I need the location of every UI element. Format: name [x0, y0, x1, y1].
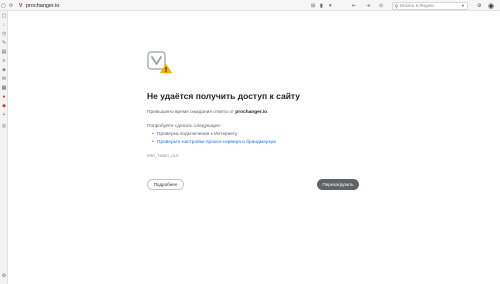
panel-toggle-icon[interactable]: ▢ — [1, 0, 6, 11]
sidebar-panel: ▢ ↓ ◷ ✎ ▤ ≡ ◈ ✉ ▦ ● ◆ + ◎ ⚙ — [0, 11, 8, 284]
error-host: prochanger.io — [235, 110, 268, 115]
timeout-prefix: Превышено время ожидания ответа от — [147, 110, 236, 115]
history-icon[interactable]: ◷ — [0, 30, 8, 38]
search-placeholder: Искать в Яндекс — [400, 3, 435, 8]
calendar-icon[interactable]: ▦ — [0, 84, 8, 92]
extension-icon[interactable]: ▮ — [320, 0, 323, 11]
suggestion-proxy-firewall-link[interactable]: Проверьте настройки прокси-сервера и бра… — [152, 140, 276, 145]
chevron-down-icon[interactable]: ▾ — [462, 3, 464, 9]
vivaldi-icon[interactable]: ◆ — [0, 102, 8, 110]
address-bar[interactable]: prochanger.io — [26, 0, 59, 11]
suggestions-heading: Попробуйте сделать следующее: — [147, 124, 222, 129]
translate-panel-icon[interactable]: ◈ — [0, 66, 8, 74]
suggestion-check-connection: Проверка подключения к Интернету — [152, 132, 237, 137]
back-icon[interactable]: ⇤ — [352, 0, 356, 11]
browser-toolbar: ▢ ⟳ V prochanger.io ⊞ ▮ ▾ ⇤ ⇥ ⊙ ⚲ Искать… — [0, 0, 500, 11]
downloads-icon[interactable]: ↓ — [0, 21, 8, 29]
error-description: Превышено время ожидания ответа от proch… — [147, 110, 268, 115]
sidebar-settings-icon[interactable]: ⚙ — [0, 272, 8, 280]
web-panel-icon[interactable]: ● — [0, 93, 8, 101]
bookmarks-icon[interactable]: ▢ — [0, 12, 8, 20]
reading-list-icon[interactable]: ≡ — [0, 57, 8, 65]
timeout-suffix: . — [267, 110, 269, 115]
settings-icon[interactable]: ⚙ — [477, 0, 481, 11]
extensions-menu-icon[interactable]: ▾ — [329, 0, 332, 11]
window-icon[interactable]: ▤ — [0, 48, 8, 56]
error-code: ERR_TIMED_OUT — [147, 154, 180, 158]
panel-settings-icon[interactable]: ◎ — [0, 122, 8, 130]
translate-icon[interactable]: ⊞ — [311, 0, 315, 11]
search-icon: ⚲ — [394, 3, 399, 10]
mail-icon[interactable]: ✉ — [0, 75, 8, 83]
details-button[interactable]: Подробнее — [147, 179, 184, 190]
notes-icon[interactable]: ✎ — [0, 39, 8, 47]
error-page-icon — [147, 51, 173, 74]
reload-button[interactable]: Перезагрузить — [317, 179, 359, 190]
profile-icon[interactable]: ◉ — [488, 0, 494, 11]
add-panel-icon[interactable]: + — [0, 111, 8, 119]
error-title: Не удаётся получить доступ к сайту — [147, 91, 301, 101]
home-icon[interactable]: ⊙ — [379, 0, 383, 11]
site-badge-icon: V — [19, 2, 23, 9]
reload-icon[interactable]: ⟳ — [9, 0, 13, 11]
forward-icon[interactable]: ⇥ — [366, 0, 370, 11]
search-input[interactable]: ⚲ Искать в Яндекс ▾ — [392, 1, 468, 10]
